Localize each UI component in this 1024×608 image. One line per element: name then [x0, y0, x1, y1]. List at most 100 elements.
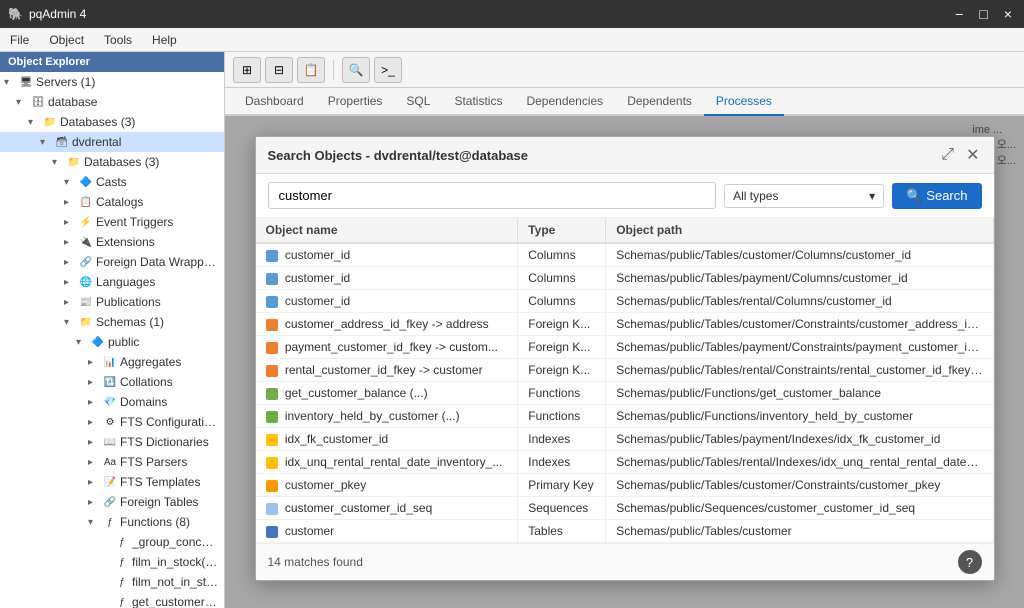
result-path: Schemas/public/Tables/payment/Constraint…	[606, 336, 993, 359]
tree-arrow: ▸	[88, 437, 102, 448]
toolbar: ⊞ ⊟ 📋 🔍 >_	[225, 52, 1024, 88]
search-button[interactable]: 🔍 Search	[892, 183, 981, 209]
tree-arrow: ▾	[40, 137, 54, 148]
help-button[interactable]: ?	[958, 550, 982, 574]
table-row[interactable]: customer_id Columns Schemas/public/Table…	[256, 290, 994, 313]
sidebar-tree-item[interactable]: ▾ 🗃 dvdrental	[0, 132, 224, 152]
row-type-icon	[266, 342, 278, 354]
results-tbody: customer_id Columns Schemas/public/Table…	[256, 243, 994, 543]
type-dropdown[interactable]: All types ▾	[724, 184, 884, 208]
sidebar-tree-item[interactable]: ▾ 🗄 database	[0, 92, 224, 112]
sidebar-tree-item[interactable]: ƒ film_not_in_stock(p_film_id integer, p…	[0, 572, 224, 592]
tab-properties[interactable]: Properties	[316, 88, 395, 116]
modal-close-button[interactable]: ✕	[964, 145, 981, 165]
tab-dependents[interactable]: Dependents	[615, 88, 704, 116]
close-button[interactable]: ×	[1000, 6, 1016, 22]
sidebar-tree-item[interactable]: ƒ _group_concat(text, text)	[0, 532, 224, 552]
row-type-icon	[266, 388, 278, 400]
tab-dashboard[interactable]: Dashboard	[233, 88, 316, 116]
tree-node-label: Databases (3)	[84, 155, 159, 169]
tree-node-icon: 🔷	[78, 174, 94, 190]
tab-sql[interactable]: SQL	[394, 88, 442, 116]
minimize-button[interactable]: −	[951, 6, 967, 22]
toolbar-btn-grid[interactable]: ⊞	[233, 57, 261, 83]
sidebar-tree-item[interactable]: ▸ 🔗 Foreign Tables	[0, 492, 224, 512]
table-row[interactable]: customer_id Columns Schemas/public/Table…	[256, 243, 994, 267]
sidebar-tree-item[interactable]: ▾ 📁 Databases (3)	[0, 112, 224, 132]
table-row[interactable]: customer_customer_id_seq Sequences Schem…	[256, 497, 994, 520]
modal-expand-button[interactable]: ⤢	[939, 145, 956, 165]
sidebar-tree-item[interactable]: ▸ 🔃 Collations	[0, 372, 224, 392]
toolbar-btn-query[interactable]: 📋	[297, 57, 325, 83]
table-row[interactable]: idx_fk_customer_id Indexes Schemas/publi…	[256, 428, 994, 451]
sidebar-tree-item[interactable]: ▸ Aa FTS Parsers	[0, 452, 224, 472]
table-row[interactable]: customer_pkey Primary Key Schemas/public…	[256, 474, 994, 497]
tree-node-icon: ⚡	[78, 214, 94, 230]
search-button-label: Search	[926, 188, 967, 203]
sidebar-tree-item[interactable]: ▸ 📋 Catalogs	[0, 192, 224, 212]
toolbar-btn-table[interactable]: ⊟	[265, 57, 293, 83]
sidebar-tree-item[interactable]: ƒ get_customer_balance(p_customer_id int…	[0, 592, 224, 608]
sidebar-tree-item[interactable]: ▸ 📊 Aggregates	[0, 352, 224, 372]
result-name: customer_pkey	[256, 474, 518, 497]
tab-dependencies[interactable]: Dependencies	[514, 88, 615, 116]
result-type: Foreign K...	[518, 336, 606, 359]
table-row[interactable]: get_customer_balance (...) Functions Sch…	[256, 382, 994, 405]
tree-node-label: public	[108, 335, 139, 349]
result-name: customer	[256, 520, 518, 543]
sidebar-tree-item[interactable]: ▾ 🔷 Casts	[0, 172, 224, 192]
sidebar-tree-item[interactable]: ▸ 🔌 Extensions	[0, 232, 224, 252]
table-header-row: Object name Type Object path	[256, 218, 994, 243]
menu-file[interactable]: File	[6, 31, 33, 49]
toolbar-btn-terminal[interactable]: >_	[374, 57, 402, 83]
row-type-icon	[266, 365, 278, 377]
sidebar-tree-item[interactable]: ▾ ƒ Functions (8)	[0, 512, 224, 532]
right-content: ⊞ ⊟ 📋 🔍 >_ Dashboard Properties SQL Stat…	[225, 52, 1024, 608]
table-row[interactable]: customer_id Columns Schemas/public/Table…	[256, 267, 994, 290]
tree-node-icon: 📁	[78, 314, 94, 330]
tree-node-label: Aggregates	[120, 355, 181, 369]
search-input[interactable]	[268, 182, 717, 209]
sidebar-tree-item[interactable]: ▸ 📝 FTS Templates	[0, 472, 224, 492]
table-row[interactable]: inventory_held_by_customer (...) Functio…	[256, 405, 994, 428]
sidebar-tree-item[interactable]: ▾ 🔷 public	[0, 332, 224, 352]
tab-processes[interactable]: Processes	[704, 88, 784, 116]
menu-object[interactable]: Object	[45, 31, 88, 49]
content-area: ime ... 4. 1. 오... 4. 1. 오... Search Obj…	[225, 116, 1024, 608]
tab-statistics[interactable]: Statistics	[442, 88, 514, 116]
tree-node-icon: 📋	[78, 194, 94, 210]
sidebar-tree-item[interactable]: ▸ 💎 Domains	[0, 392, 224, 412]
menu-tools[interactable]: Tools	[100, 31, 136, 49]
sidebar-tree-item[interactable]: ▸ 📖 FTS Dictionaries	[0, 432, 224, 452]
sidebar-tree-item[interactable]: ▸ 🔗 Foreign Data Wrappers	[0, 252, 224, 272]
sidebar-tree-item[interactable]: ▸ ⚡ Event Triggers	[0, 212, 224, 232]
sidebar-tree-item[interactable]: ▾ 📁 Databases (3)	[0, 152, 224, 172]
table-row[interactable]: customer Tables Schemas/public/Tables/cu…	[256, 520, 994, 543]
table-row[interactable]: payment_customer_id_fkey -> custom... Fo…	[256, 336, 994, 359]
sidebar-tree-item[interactable]: ▸ 🌐 Languages	[0, 272, 224, 292]
result-name: idx_fk_customer_id	[256, 428, 518, 451]
sidebar-tree-item[interactable]: ▸ 📰 Publications	[0, 292, 224, 312]
toolbar-btn-search[interactable]: 🔍	[342, 57, 370, 83]
table-row[interactable]: idx_unq_rental_rental_date_inventory_...…	[256, 451, 994, 474]
tab-bar: Dashboard Properties SQL Statistics Depe…	[225, 88, 1024, 116]
maximize-button[interactable]: □	[975, 6, 991, 22]
table-row[interactable]: customer_address_id_fkey -> address Fore…	[256, 313, 994, 336]
modal-header: Search Objects - dvdrental/test@database…	[256, 137, 994, 174]
row-type-icon	[266, 296, 278, 308]
result-type: Columns	[518, 267, 606, 290]
tree-node-label: film_in_stock(p_film_id integer, p_store…	[132, 555, 220, 569]
sidebar-tree-item[interactable]: ▾ 📁 Schemas (1)	[0, 312, 224, 332]
tree-node-label: Collations	[120, 375, 173, 389]
menu-help[interactable]: Help	[148, 31, 181, 49]
result-path: Schemas/public/Tables/customer/Constrain…	[606, 313, 993, 336]
sidebar-tree-item[interactable]: ▾ 🖥 Servers (1)	[0, 72, 224, 92]
tree-node-label: Extensions	[96, 235, 155, 249]
table-row[interactable]: rental_customer_id_fkey -> customer Fore…	[256, 359, 994, 382]
result-path: Schemas/public/Tables/rental/Indexes/idx…	[606, 451, 993, 474]
tree-node-icon: ⚙	[102, 414, 118, 430]
tree-node-label: FTS Dictionaries	[120, 435, 209, 449]
sidebar-tree-item[interactable]: ƒ film_in_stock(p_film_id integer, p_sto…	[0, 552, 224, 572]
tree-node-icon: ƒ	[114, 534, 130, 550]
sidebar-tree-item[interactable]: ▸ ⚙ FTS Configurations	[0, 412, 224, 432]
